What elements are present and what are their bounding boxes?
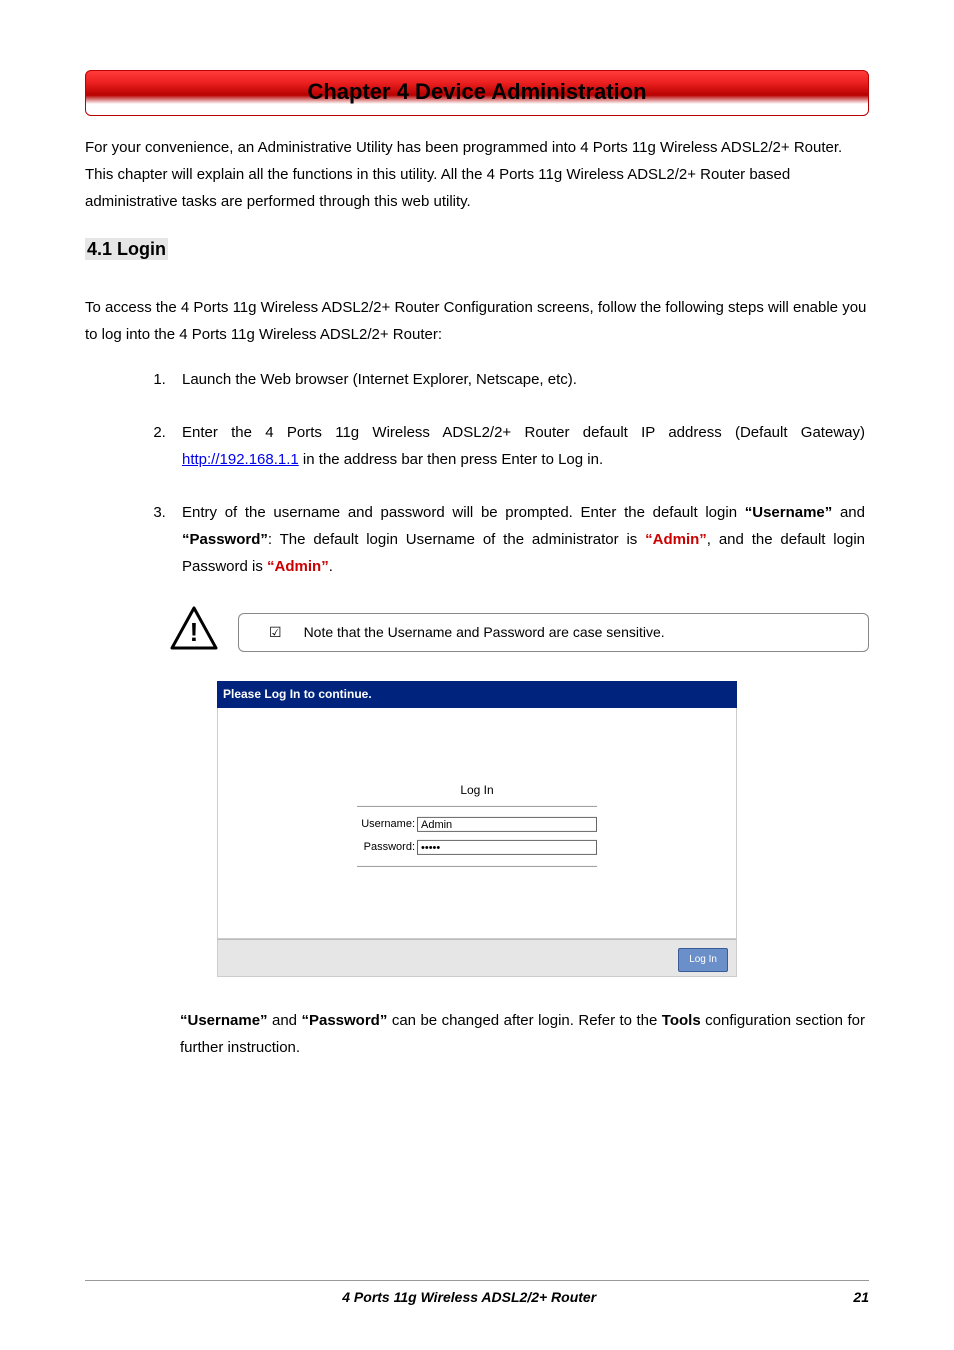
post-password-quote: “Password” — [301, 1012, 387, 1029]
steps-list: Launch the Web browser (Internet Explore… — [85, 366, 869, 580]
footer-title: 4 Ports 11g Wireless ADSL2/2+ Router — [85, 1285, 853, 1310]
step-3-mid2: : The default login Username of the admi… — [268, 531, 645, 548]
chapter-title-banner: Chapter 4 Device Administration — [85, 70, 869, 116]
section-4-1-heading: 4.1 Login — [85, 238, 168, 260]
login-panel: Log In Username: Password: — [357, 780, 597, 866]
intro-paragraph: For your convenience, an Administrative … — [85, 134, 869, 215]
login-divider — [357, 865, 597, 866]
svg-text:!: ! — [190, 617, 199, 647]
step-3: Entry of the username and password will … — [170, 499, 869, 580]
note-text: Note that the Username and Password are … — [304, 620, 665, 645]
warning-icon: ! — [170, 606, 218, 659]
note-row: ! ☑ Note that the Username and Password … — [170, 606, 869, 659]
login-screenshot: Please Log In to continue. Log In Userna… — [217, 681, 737, 978]
step-3-username-quote: “Username” — [745, 504, 833, 521]
username-label: Username: — [357, 815, 417, 835]
step-2: Enter the 4 Ports 11g Wireless ADSL2/2+ … — [170, 419, 869, 473]
default-gateway-link[interactable]: http://192.168.1.1 — [182, 451, 299, 468]
note-box: ☑ Note that the Username and Password ar… — [238, 613, 869, 652]
step-1: Launch the Web browser (Internet Explore… — [170, 366, 869, 393]
step-2-pre: Enter the 4 Ports 11g Wireless ADSL2/2+ … — [182, 424, 865, 441]
post-tools: Tools — [662, 1012, 701, 1029]
password-label: Password: — [357, 838, 417, 858]
post-username-quote: “Username” — [180, 1012, 268, 1029]
username-field-row: Username: — [357, 815, 597, 835]
password-input[interactable] — [417, 840, 597, 855]
password-field-row: Password: — [357, 838, 597, 858]
checkbox-icon: ☑ — [269, 620, 282, 645]
section-4-1-intro: To access the 4 Ports 11g Wireless ADSL2… — [85, 294, 869, 348]
login-button[interactable]: Log In — [678, 948, 728, 972]
login-panel-title: Log In — [357, 780, 597, 807]
post-mid2: can be changed after login. Refer to the — [387, 1012, 661, 1029]
screenshot-footer: Log In — [217, 939, 737, 977]
username-input[interactable] — [417, 817, 597, 832]
screenshot-header: Please Log In to continue. — [217, 681, 737, 709]
step-3-password-quote: “Password” — [182, 531, 268, 548]
step-3-admin1: “Admin” — [645, 531, 707, 548]
step-3-admin2: “Admin” — [267, 558, 329, 575]
step-3-mid1: and — [832, 504, 865, 521]
post-mid1: and — [268, 1012, 302, 1029]
step-3-pre: Entry of the username and password will … — [182, 504, 745, 521]
screenshot-body: Log In Username: Password: — [217, 708, 737, 939]
post-screenshot-note: “Username” and “Password” can be changed… — [180, 1007, 869, 1061]
step-3-end: . — [329, 558, 333, 575]
step-2-post: in the address bar then press Enter to L… — [299, 451, 603, 468]
footer-page-number: 21 — [853, 1285, 869, 1310]
page-footer: 4 Ports 11g Wireless ADSL2/2+ Router 21 — [85, 1280, 869, 1310]
